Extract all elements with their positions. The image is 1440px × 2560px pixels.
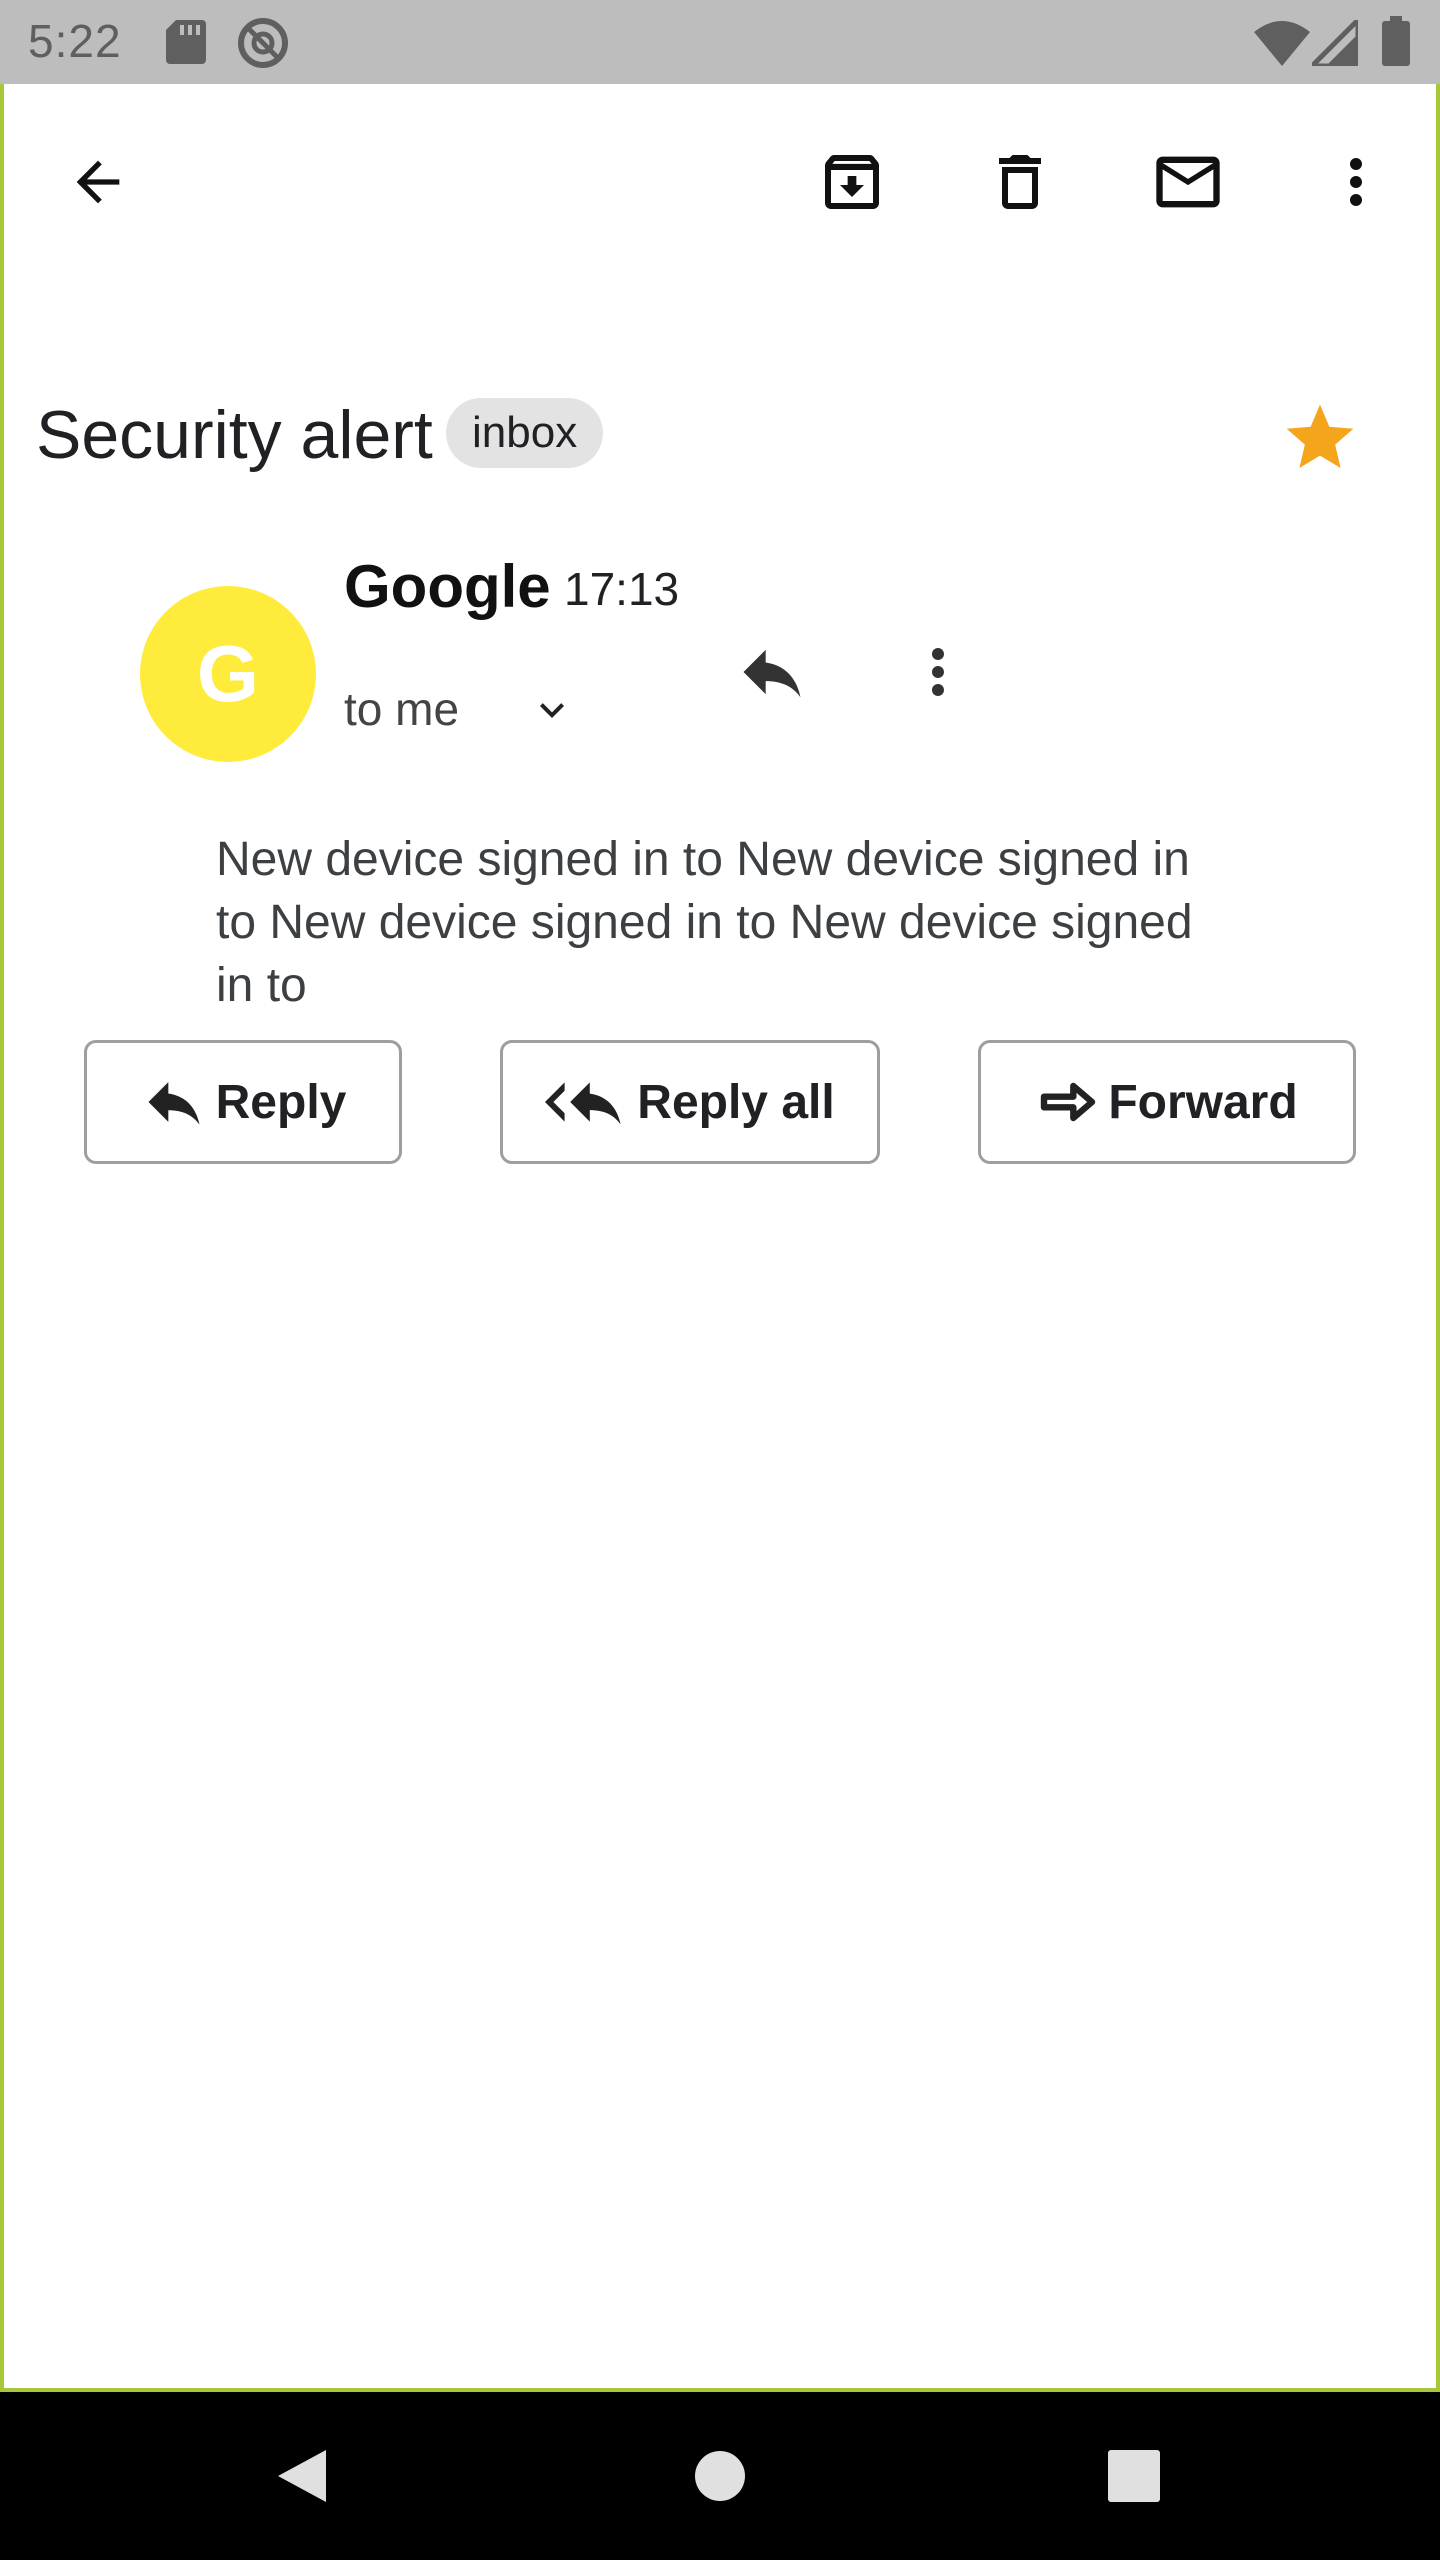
battery-icon bbox=[1382, 16, 1410, 71]
nav-back-button[interactable] bbox=[252, 2426, 352, 2526]
recipient-label: to me bbox=[344, 683, 460, 735]
delete-icon bbox=[999, 155, 1041, 209]
reply-all-button[interactable]: Reply all bbox=[500, 1040, 880, 1164]
nav-recents-icon bbox=[1108, 2450, 1160, 2502]
mark-unread-icon bbox=[1156, 156, 1220, 208]
signal-icon bbox=[1305, 13, 1361, 71]
more-vert-icon bbox=[932, 648, 944, 696]
reply-all-button-label: Reply all bbox=[637, 1075, 835, 1129]
back-arrow-icon bbox=[76, 160, 120, 204]
nav-home-button[interactable] bbox=[670, 2426, 770, 2526]
app-frame bbox=[0, 0, 1440, 2392]
mark-unread-button[interactable] bbox=[1138, 132, 1238, 232]
reply-button[interactable]: Reply bbox=[84, 1040, 402, 1164]
more-options-button[interactable] bbox=[1306, 132, 1406, 232]
show-details-button[interactable] bbox=[522, 680, 582, 740]
nav-back-icon bbox=[278, 2450, 326, 2502]
reply-icon bbox=[743, 649, 801, 698]
email-body: New device signed in to New device signe… bbox=[216, 833, 1193, 1012]
wifi-icon bbox=[1254, 20, 1310, 71]
archive-button[interactable] bbox=[802, 132, 902, 232]
more-vert-icon bbox=[1350, 158, 1362, 206]
delete-button[interactable] bbox=[970, 132, 1070, 232]
star-icon bbox=[1286, 404, 1354, 468]
forward-button[interactable]: Forward bbox=[978, 1040, 1356, 1164]
email-subject: Security alert bbox=[36, 397, 433, 473]
inbox-label-chip[interactable]: inbox bbox=[446, 398, 604, 468]
quick-reply-button[interactable] bbox=[722, 622, 822, 722]
forward-button-label: Forward bbox=[1108, 1075, 1298, 1129]
email-time: 17:13 bbox=[564, 563, 680, 615]
status-time: 5:22 bbox=[28, 15, 122, 67]
reply-all-icon bbox=[545, 1082, 621, 1125]
archive-icon bbox=[825, 155, 879, 209]
reply-icon bbox=[148, 1082, 200, 1125]
message-more-button[interactable] bbox=[888, 622, 988, 722]
nav-recents-button[interactable] bbox=[1084, 2426, 1184, 2526]
sd-card-icon bbox=[166, 20, 206, 69]
nav-home-icon bbox=[695, 2451, 745, 2501]
reply-button-label: Reply bbox=[215, 1075, 347, 1129]
sender-name: Google bbox=[344, 553, 551, 620]
chevron-down-icon bbox=[540, 703, 564, 718]
back-button[interactable] bbox=[48, 132, 148, 232]
status-bar: 5:22 bbox=[0, 0, 1440, 84]
system-nav-bar bbox=[0, 2392, 1440, 2560]
star-button[interactable] bbox=[1272, 390, 1368, 486]
data-saver-icon bbox=[236, 16, 290, 75]
sender-avatar[interactable]: G bbox=[140, 586, 316, 762]
top-app-bar bbox=[0, 84, 1440, 280]
forward-icon bbox=[1041, 1082, 1096, 1122]
